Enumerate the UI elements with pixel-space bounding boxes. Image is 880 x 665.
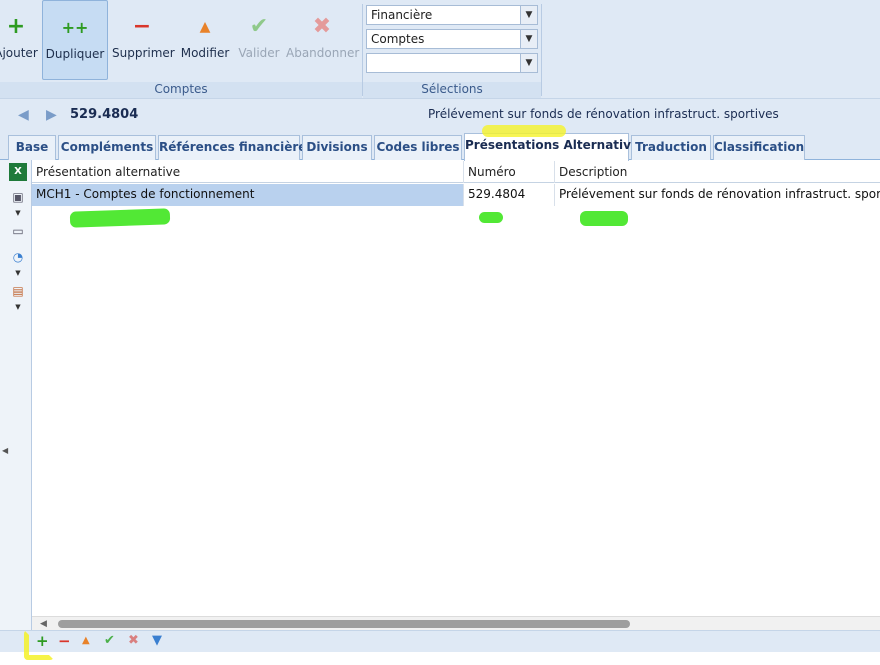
selections-caption: Sélections	[363, 82, 541, 98]
record-header: ◀ ▶ 529.4804 Prélévement sur fonds de ré…	[0, 98, 880, 130]
tab-codes-libres[interactable]: Codes libres	[374, 135, 462, 160]
x-icon: ✖	[312, 14, 332, 39]
scroll-left-icon[interactable]: ◀	[40, 617, 47, 631]
ribbon-group-caption: Comptes	[0, 82, 362, 98]
tab-presentations-alternatives[interactable]: Présentations Alternatives	[464, 133, 646, 161]
scrollbar-thumb[interactable]	[58, 620, 630, 628]
green-highlight-mark	[580, 211, 628, 226]
ribbon-empty-area	[541, 0, 880, 98]
chevron-down-icon[interactable]: ▼	[9, 204, 27, 222]
selection-combo-3[interactable]: ▼	[366, 53, 538, 73]
table-row[interactable]: MCH1 - Comptes de fonctionnement 529.480…	[32, 184, 880, 206]
chevron-down-icon[interactable]: ▼	[520, 6, 537, 24]
cell-presentation[interactable]: MCH1 - Comptes de fonctionnement	[32, 184, 464, 206]
grid-side-toolbar: X ▣ ▼ ▭ ◔ ▼ ▤ ▼ ◀	[0, 160, 32, 630]
check-icon: ✔	[249, 14, 269, 39]
account-number: 529.4804	[70, 107, 139, 122]
delete-row-icon[interactable]: −	[58, 632, 71, 650]
add-button[interactable]: + Ajouter	[0, 0, 38, 80]
window-icon[interactable]: ▭	[9, 222, 27, 240]
edit-triangle-icon: ▲	[199, 19, 211, 35]
collapse-panel-icon[interactable]: ◀	[2, 446, 8, 470]
excel-export-icon[interactable]: X	[9, 163, 27, 181]
cell-numero[interactable]: 529.4804	[464, 184, 555, 206]
column-header-presentation[interactable]: Présentation alternative	[32, 161, 464, 183]
tab-base[interactable]: Base	[8, 135, 56, 160]
chevron-down-icon[interactable]: ▼	[520, 54, 537, 72]
chevron-down-icon[interactable]: ▼	[9, 298, 27, 316]
horizontal-scrollbar[interactable]: ◀	[32, 616, 880, 630]
tab-bar: Base Compléments Références financières …	[0, 130, 880, 161]
previous-record-icon[interactable]: ◀	[18, 107, 29, 123]
cell-description[interactable]: Prélévement sur fonds de rénovation infr…	[555, 184, 880, 206]
chevron-down-icon[interactable]: ▼	[520, 30, 537, 48]
minus-icon: −	[132, 14, 152, 39]
tab-traduction[interactable]: Traduction	[631, 135, 711, 160]
tab-classification[interactable]: Classification	[713, 135, 805, 160]
duplicate-button[interactable]: ++ Dupliquer	[42, 0, 108, 80]
edit-row-icon[interactable]: ▲	[82, 632, 90, 650]
yellow-highlight-mark	[24, 630, 54, 660]
combo-value: Financière	[371, 8, 433, 22]
filter-icon[interactable]: ▼	[152, 632, 162, 650]
account-description: Prélévement sur fonds de rénovation infr…	[428, 107, 779, 121]
ribbon-separator	[541, 4, 542, 96]
plus-icon: +	[6, 14, 26, 39]
green-highlight-mark	[479, 212, 503, 223]
column-header-numero[interactable]: Numéro	[464, 161, 555, 183]
chevron-down-icon[interactable]: ▼	[9, 264, 27, 282]
grid-header: Présentation alternative Numéro Descript…	[32, 161, 880, 183]
next-record-icon[interactable]: ▶	[46, 107, 57, 123]
selection-combo-2[interactable]: Comptes ▼	[366, 29, 538, 49]
alternatives-grid: Présentation alternative Numéro Descript…	[32, 161, 880, 616]
ribbon-group-comptes: + Ajouter ++ Dupliquer − Supprimer ▲ Mod…	[0, 0, 362, 98]
tab-references-financieres[interactable]: Références financières	[158, 135, 314, 160]
edit-button[interactable]: ▲ Modifier	[178, 0, 232, 80]
combo-value: Comptes	[371, 32, 425, 46]
validate-button[interactable]: ✔ Valider	[236, 0, 282, 80]
tab-complements[interactable]: Compléments	[58, 135, 156, 160]
column-header-description[interactable]: Description	[555, 161, 880, 183]
tab-divisions[interactable]: Divisions	[302, 135, 372, 160]
yellow-highlight-mark	[482, 125, 566, 137]
delete-button[interactable]: − Supprimer	[112, 0, 175, 80]
grid-bottom-toolbar: + − ▲ ✔ ✖ ▼	[0, 630, 880, 652]
duplicate-icon: ++	[61, 18, 89, 37]
cancel-row-icon[interactable]: ✖	[128, 632, 139, 650]
validate-row-icon[interactable]: ✔	[104, 632, 115, 650]
cancel-button[interactable]: ✖ Abandonner	[286, 0, 359, 80]
selection-combo-1[interactable]: Financière ▼	[366, 5, 538, 25]
